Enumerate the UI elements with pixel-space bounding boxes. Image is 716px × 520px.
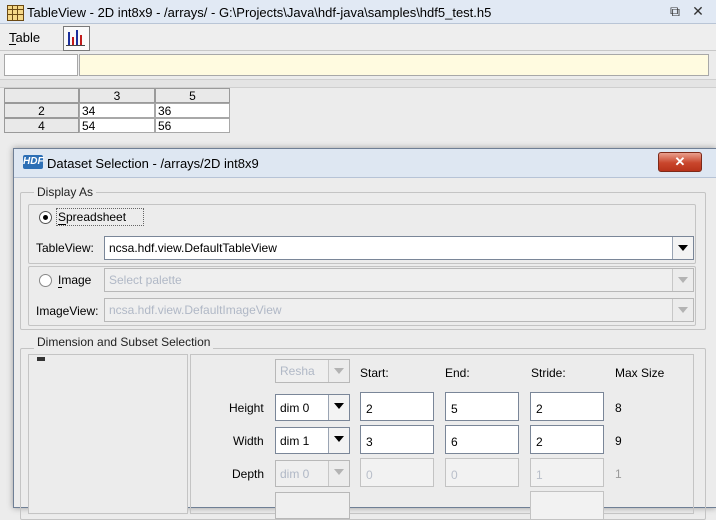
table-grid-icon — [7, 5, 24, 21]
width-stride-field[interactable]: 2 — [530, 425, 604, 454]
split-divider[interactable] — [0, 79, 716, 88]
table-cell[interactable]: 56 — [155, 118, 230, 133]
row-header[interactable]: 4 — [4, 118, 79, 133]
depth-start-field[interactable]: 0 — [360, 458, 434, 487]
column-header[interactable]: 3 — [79, 88, 155, 103]
dataset-selection-dialog: HDF Dataset Selection - /arrays/2D int8x… — [13, 148, 716, 520]
mnemonic-underline — [58, 224, 66, 225]
tableview-select[interactable]: ncsa.hdf.view.DefaultTableView — [104, 236, 694, 260]
reshape-value: Resha — [280, 364, 315, 378]
height-start-field[interactable]: 2 — [360, 392, 434, 421]
width-label: Width — [233, 434, 264, 448]
chart-button[interactable] — [63, 26, 90, 51]
depth-dim-value: dim 0 — [280, 467, 310, 481]
subset-preview-panel[interactable] — [28, 354, 188, 514]
reshape-select[interactable]: Resha — [275, 359, 350, 383]
depth-stride-field[interactable]: 1 — [530, 458, 604, 487]
menu-table[interactable]: Table — [9, 30, 40, 45]
imageview-label: ImageView: — [36, 304, 99, 318]
chevron-down-icon[interactable] — [672, 269, 693, 291]
table-cell[interactable]: 34 — [79, 103, 155, 118]
height-end-field[interactable]: 5 — [445, 392, 519, 421]
start-header: Start: — [360, 366, 389, 380]
preview-thumbnail — [37, 357, 45, 361]
chevron-down-icon[interactable] — [328, 395, 349, 420]
chevron-down-icon[interactable] — [672, 237, 693, 259]
width-dim-value: dim 1 — [280, 434, 310, 448]
subset-label: Dimension and Subset Selection — [34, 335, 214, 349]
cell-value-editor[interactable] — [79, 54, 709, 76]
depth-label: Depth — [232, 467, 265, 481]
chevron-down-icon[interactable] — [672, 299, 693, 321]
menu-bar: Table — [0, 24, 716, 51]
palette-select[interactable]: Select palette — [104, 268, 694, 292]
depth-dim-select[interactable]: dim 0 — [275, 460, 350, 487]
close-icon[interactable]: ✕ — [690, 4, 706, 19]
end-header: End: — [445, 366, 470, 380]
image-label[interactable]: Image — [58, 273, 91, 287]
spreadsheet-radio[interactable] — [39, 211, 52, 224]
imageview-value: ncsa.hdf.view.DefaultImageView — [109, 303, 282, 317]
height-max-size: 8 — [615, 401, 622, 415]
tableview-title-bar: TableView - 2D int8x9 - /arrays/ - G:\Pr… — [0, 0, 716, 24]
width-end-field[interactable]: 6 — [445, 425, 519, 454]
bar-chart-icon — [66, 30, 85, 46]
mnemonic-underline — [58, 287, 62, 288]
stride-header: Stride: — [531, 366, 566, 380]
tableview-label: TableView: — [36, 241, 94, 255]
column-header[interactable]: 5 — [155, 88, 230, 103]
height-dim-select[interactable]: dim 0 — [275, 394, 350, 421]
corner-header — [4, 88, 79, 103]
extra-dim-select[interactable] — [275, 492, 350, 519]
table-cell[interactable]: 54 — [79, 118, 155, 133]
extra-stride-field[interactable] — [530, 491, 604, 520]
chevron-down-icon[interactable] — [328, 360, 349, 382]
cell-reference-field[interactable] — [4, 54, 78, 76]
tableview-value: ncsa.hdf.view.DefaultTableView — [109, 241, 277, 255]
hdf-logo-icon: HDF — [23, 155, 44, 169]
chevron-down-icon[interactable] — [328, 428, 349, 453]
window-title: TableView - 2D int8x9 - /arrays/ - G:\Pr… — [27, 5, 492, 20]
dialog-title-bar: HDF Dataset Selection - /arrays/2D int8x… — [14, 149, 716, 178]
width-dim-select[interactable]: dim 1 — [275, 427, 350, 454]
max-size-header: Max Size — [615, 366, 665, 380]
table-cell[interactable]: 36 — [155, 103, 230, 118]
chevron-down-icon[interactable] — [328, 461, 349, 486]
row-header[interactable]: 2 — [4, 103, 79, 118]
imageview-select[interactable]: ncsa.hdf.view.DefaultImageView — [104, 298, 694, 322]
depth-max-size: 1 — [615, 467, 622, 481]
palette-placeholder: Select palette — [109, 273, 182, 287]
image-radio[interactable] — [39, 274, 52, 287]
height-label: Height — [229, 401, 264, 415]
restore-icon[interactable]: ⧉ — [667, 4, 683, 19]
display-as-label: Display As — [34, 185, 97, 199]
width-max-size: 9 — [615, 434, 622, 448]
dialog-close-button[interactable]: ✕ — [658, 152, 702, 172]
height-dim-value: dim 0 — [280, 401, 310, 415]
width-start-field[interactable]: 3 — [360, 425, 434, 454]
spreadsheet-label[interactable]: Spreadsheet — [58, 210, 126, 224]
depth-end-field[interactable]: 0 — [445, 458, 519, 487]
dialog-title: Dataset Selection - /arrays/2D int8x9 — [47, 156, 259, 171]
mnemonic-underline — [9, 44, 16, 45]
height-stride-field[interactable]: 2 — [530, 392, 604, 421]
